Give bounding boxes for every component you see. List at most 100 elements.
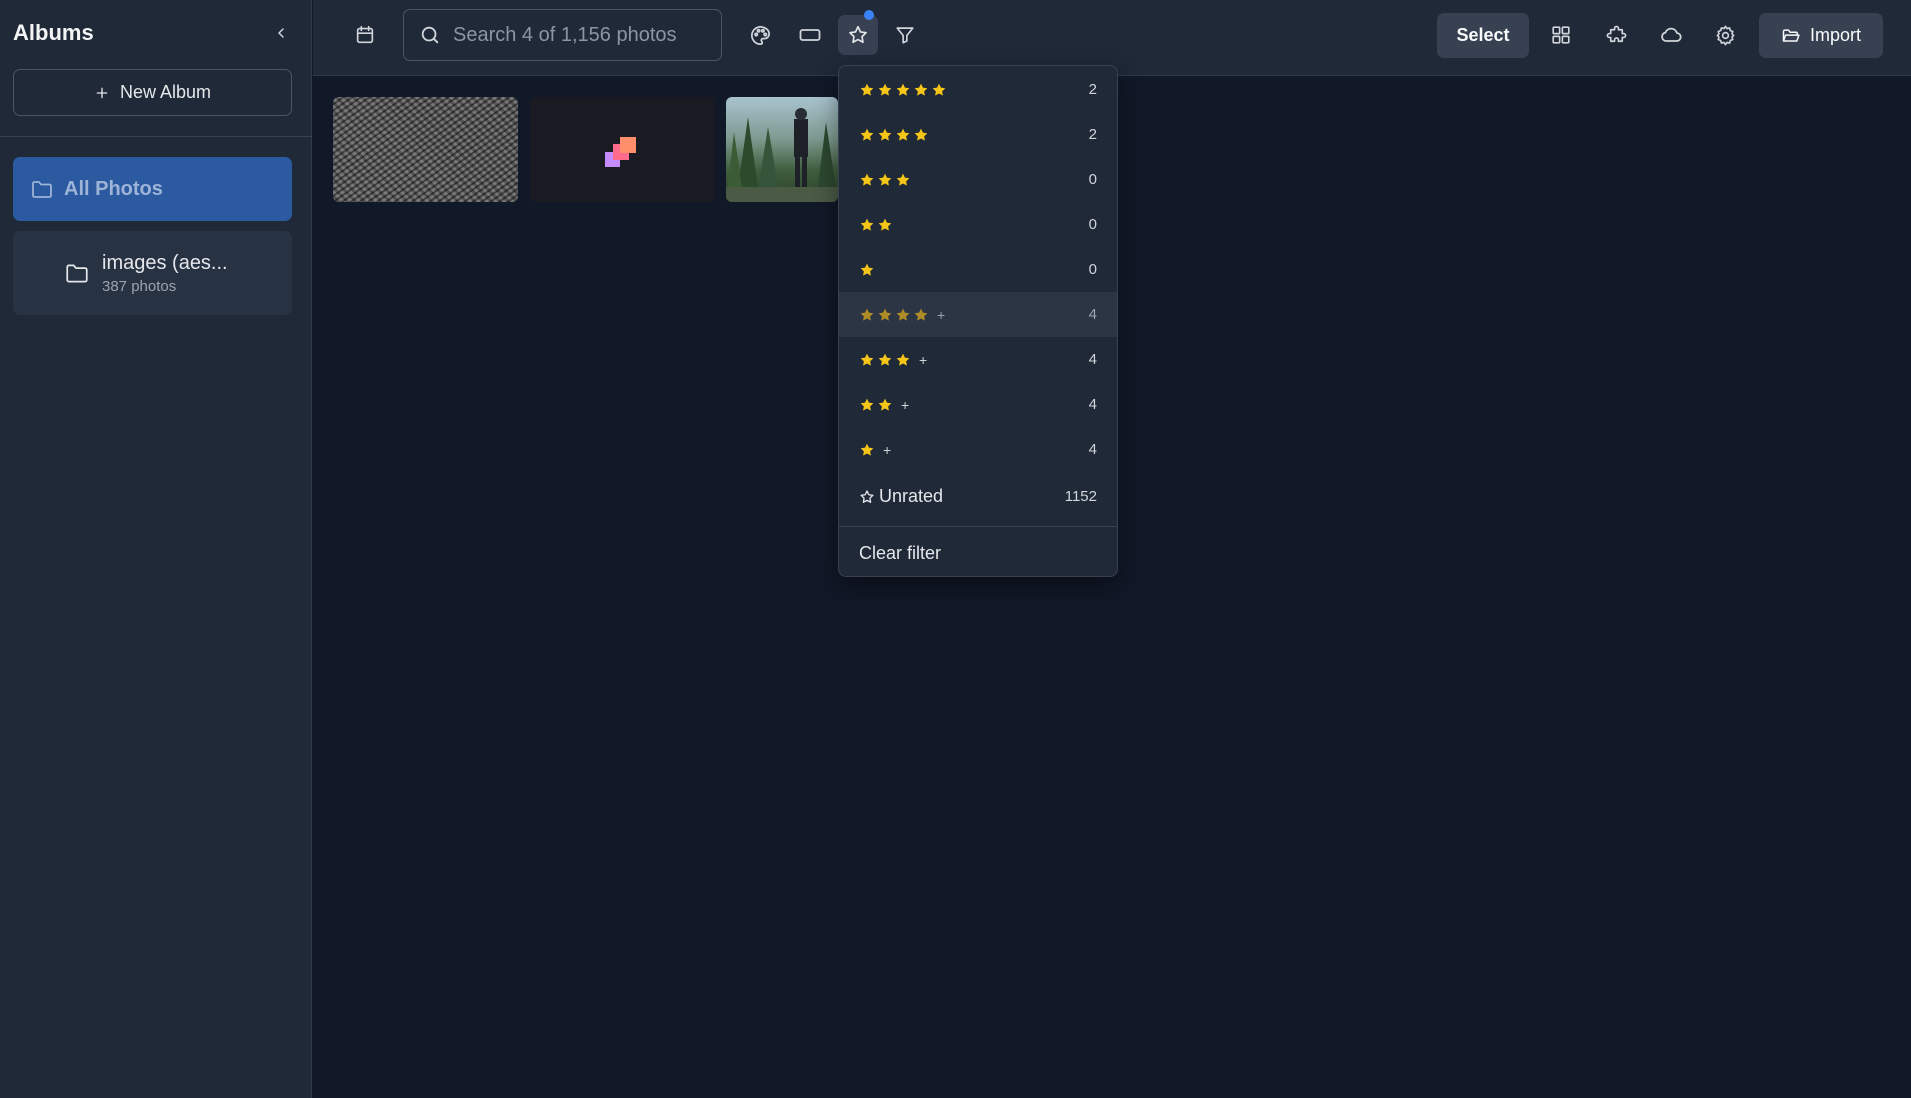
folder-icon	[66, 264, 88, 283]
sidebar-divider	[0, 136, 312, 137]
photo-thumbnail[interactable]	[530, 97, 715, 202]
gear-icon	[1716, 25, 1734, 45]
clear-filter-button[interactable]: Clear filter	[839, 531, 1117, 576]
rating-plus-marker: +	[919, 351, 928, 368]
folder-icon	[32, 181, 52, 198]
rating-option-4-plus[interactable]: + 4	[839, 292, 1117, 337]
rating-stars	[859, 217, 893, 233]
grid-view-button[interactable]	[1541, 15, 1581, 55]
app-window: Albums New Album All Photos images (aes.…	[0, 0, 1911, 1098]
star-filled-icon	[860, 128, 874, 141]
star-filled-icon	[860, 218, 874, 231]
star-outline-icon	[849, 25, 867, 44]
collapse-sidebar-button[interactable]	[269, 21, 293, 45]
rating-count: 0	[1088, 171, 1097, 188]
rating-count: 0	[1088, 261, 1097, 278]
rating-stars: +	[859, 442, 891, 458]
star-filled-icon	[878, 83, 892, 96]
star-filled-icon	[860, 443, 874, 456]
sidebar: Albums New Album All Photos images (aes.…	[0, 0, 312, 1098]
star-filled-icon	[860, 83, 874, 96]
album-name: images (aes...	[102, 251, 228, 274]
photo-thumbnail[interactable]	[726, 97, 838, 202]
album-all-photos[interactable]: All Photos	[13, 157, 292, 221]
album-item-text: images (aes... 387 photos	[102, 252, 228, 295]
star-filled-icon	[860, 353, 874, 366]
color-filter-button[interactable]	[740, 15, 780, 55]
plus-icon	[96, 87, 108, 98]
dropdown-divider	[839, 526, 1117, 527]
rating-option-4-stars[interactable]: 2	[839, 112, 1117, 157]
album-all-photos-label: All Photos	[64, 177, 163, 200]
rating-option-1-plus[interactable]: + 4	[839, 427, 1117, 472]
clear-filter-label: Clear filter	[859, 543, 942, 563]
active-filter-dot	[864, 10, 874, 20]
settings-button[interactable]	[1705, 15, 1745, 55]
funnel-icon	[896, 27, 914, 44]
star-filled-icon	[878, 398, 892, 411]
chevron-left-icon	[278, 28, 284, 38]
rating-option-3-plus[interactable]: + 4	[839, 337, 1117, 382]
star-filled-icon	[860, 173, 874, 186]
album-item[interactable]: images (aes... 387 photos	[13, 231, 292, 315]
star-filled-icon	[878, 128, 892, 141]
rating-count: 4	[1088, 441, 1097, 458]
rating-stars	[859, 82, 947, 98]
search-input[interactable]	[453, 23, 693, 47]
rating-option-unrated[interactable]: Unrated 1152	[839, 474, 1117, 519]
rating-stars: +	[859, 307, 945, 323]
calendar-button[interactable]	[345, 15, 385, 55]
rating-count: 4	[1088, 351, 1097, 368]
sidebar-title: Albums	[13, 20, 94, 45]
rating-count: 2	[1088, 126, 1097, 143]
star-filled-icon	[878, 218, 892, 231]
sidebar-header: Albums	[13, 18, 293, 48]
rating-count: 4	[1088, 396, 1097, 413]
aspect-ratio-button[interactable]	[790, 15, 830, 55]
star-filled-icon	[896, 353, 910, 366]
star-filled-icon	[860, 398, 874, 411]
import-label: Import	[1809, 25, 1861, 45]
rating-option-2-plus[interactable]: + 4	[839, 382, 1117, 427]
folder-open-icon	[1782, 28, 1800, 42]
unrated-count: 1152	[1064, 488, 1097, 505]
search-box	[403, 9, 722, 61]
star-filled-icon	[914, 128, 928, 141]
rating-stars: +	[859, 397, 909, 413]
rating-count: 4	[1088, 306, 1097, 323]
import-button[interactable]: Import	[1759, 13, 1883, 58]
rating-option-5-stars[interactable]: 2	[839, 67, 1117, 112]
star-filled-icon	[914, 83, 928, 96]
rating-plus-marker: +	[901, 396, 910, 413]
star-filled-icon	[932, 83, 946, 96]
star-filled-icon	[914, 308, 928, 321]
select-button[interactable]: Select	[1437, 13, 1529, 58]
puzzle-icon	[1606, 25, 1626, 42]
rating-option-3-stars[interactable]: 0	[839, 157, 1117, 202]
palette-icon	[750, 25, 770, 45]
star-filled-icon	[896, 308, 910, 321]
app-logo-image	[605, 137, 636, 167]
rectangle-icon	[799, 29, 821, 41]
filter-button[interactable]	[885, 15, 925, 55]
star-filled-icon	[878, 173, 892, 186]
rating-filter-button[interactable]	[838, 10, 878, 55]
star-filled-icon	[896, 173, 910, 186]
rating-option-2-stars[interactable]: 0	[839, 202, 1117, 247]
cloud-sync-button[interactable]	[1651, 15, 1691, 55]
rating-plus-marker: +	[883, 441, 892, 458]
rating-option-1-star[interactable]: 0	[839, 247, 1117, 292]
rating-stars	[859, 127, 929, 143]
rating-stars	[859, 262, 875, 278]
rating-plus-marker: +	[937, 306, 946, 323]
photo-thumbnail[interactable]	[333, 97, 518, 202]
rating-count: 0	[1088, 216, 1097, 233]
new-album-button[interactable]: New Album	[13, 69, 292, 116]
star-filled-icon	[860, 263, 874, 276]
plugins-button[interactable]	[1596, 15, 1636, 55]
rating-count: 2	[1088, 81, 1097, 98]
landscape-image	[726, 108, 838, 202]
rating-stars: +	[859, 352, 927, 368]
grid-icon	[1552, 26, 1570, 44]
star-filled-icon	[878, 308, 892, 321]
